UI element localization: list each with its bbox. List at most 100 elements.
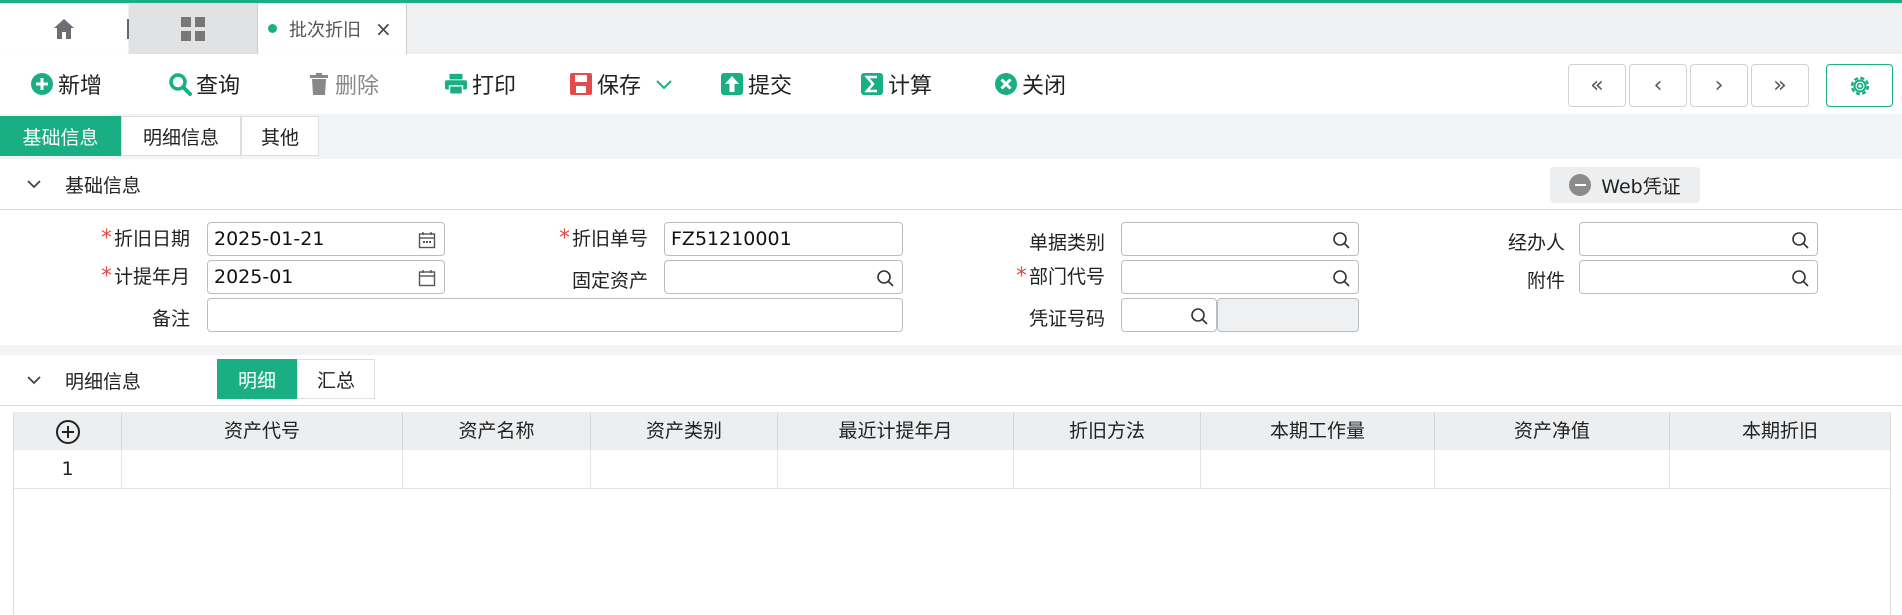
dep-date-value: 2025-01-21: [214, 228, 325, 250]
chevron-down-icon[interactable]: [26, 176, 42, 192]
calendar-icon[interactable]: [418, 231, 436, 249]
cell-last-accrual-month[interactable]: [778, 450, 1014, 488]
search-icon: [168, 72, 192, 96]
dep-no-field[interactable]: FZ51210001: [664, 222, 903, 256]
dept-code-field[interactable]: [1121, 260, 1359, 294]
voucher-no-display: [1217, 298, 1359, 332]
remark-label: 备注: [151, 308, 190, 330]
close-circle-icon: [994, 72, 1018, 96]
close-label: 关闭: [1022, 74, 1067, 99]
calendar-icon[interactable]: [418, 269, 436, 287]
col-current-dep[interactable]: 本期折旧: [1670, 412, 1890, 450]
col-last-accrual-month[interactable]: 最近计提年月: [778, 412, 1014, 450]
close-icon[interactable]: ×: [375, 17, 392, 41]
dep-no-label: * 折旧单号: [558, 226, 648, 251]
accrual-month-value: 2025-01: [214, 266, 294, 288]
close-button[interactable]: 关闭: [994, 54, 1066, 114]
chevron-down-icon[interactable]: [26, 372, 42, 388]
accrual-month-field[interactable]: 2025-01: [207, 260, 445, 294]
accrual-month-label: * 计提年月: [100, 264, 190, 289]
sigma-icon: [860, 72, 884, 96]
attachment-field[interactable]: [1579, 260, 1818, 294]
next-record-button[interactable]: ›: [1690, 64, 1748, 107]
gear-icon: [1850, 76, 1869, 95]
web-voucher-label: Web凭证: [1601, 175, 1681, 198]
fixed-asset-field[interactable]: [664, 260, 903, 294]
save-button[interactable]: 保存: [569, 54, 673, 114]
remark-field[interactable]: [207, 298, 903, 332]
dep-date-label: * 折旧日期: [100, 226, 190, 251]
chevron-down-icon[interactable]: [655, 72, 673, 97]
prev-record-button[interactable]: ‹: [1629, 64, 1687, 107]
doc-type-field[interactable]: [1121, 222, 1359, 256]
grid-header: 资产代号 资产名称 资产类别 最近计提年月 折旧方法 本期工作量 资产净值 本期…: [14, 412, 1890, 450]
cell-asset-name[interactable]: [403, 450, 591, 488]
first-record-button[interactable]: «: [1568, 64, 1626, 107]
home-icon: [54, 18, 74, 39]
plus-circle-icon: [55, 419, 80, 444]
tab-detail[interactable]: 明细: [217, 359, 297, 399]
calculate-button[interactable]: 计算: [860, 54, 932, 114]
double-chevron-right-icon: »: [1773, 73, 1787, 98]
col-asset-name[interactable]: 资产名称: [403, 412, 591, 450]
search-icon[interactable]: [1190, 307, 1208, 325]
table-row[interactable]: 1: [14, 450, 1890, 489]
submit-label: 提交: [748, 74, 793, 99]
fixed-asset-label: 固定资产: [571, 270, 648, 292]
add-button[interactable]: 新增: [30, 54, 102, 114]
save-label: 保存: [597, 74, 642, 99]
last-record-button[interactable]: »: [1751, 64, 1809, 107]
trash-icon: [307, 72, 331, 96]
cell-current-dep[interactable]: [1670, 450, 1890, 488]
plus-circle-icon: [30, 72, 54, 96]
handler-label: 经办人: [1507, 232, 1565, 254]
col-dep-method[interactable]: 折旧方法: [1014, 412, 1201, 450]
tab-strip: 批次折旧 ×: [0, 3, 1902, 54]
cell-dep-method[interactable]: [1014, 450, 1201, 488]
chevron-right-icon: ›: [1714, 73, 1724, 98]
tab-apps[interactable]: [129, 3, 257, 54]
voucher-no-label: 凭证号码: [1028, 308, 1105, 330]
web-voucher-button[interactable]: Web凭证: [1550, 167, 1700, 203]
section-gap: [0, 345, 1902, 355]
basic-info-title: 基础信息: [65, 175, 142, 197]
cell-asset-code[interactable]: [122, 450, 403, 488]
search-icon[interactable]: [1791, 269, 1809, 287]
add-label: 新增: [58, 74, 103, 99]
tab-other[interactable]: 其他: [241, 116, 319, 156]
submit-button[interactable]: 提交: [720, 54, 792, 114]
row-index: 1: [14, 450, 122, 488]
tab-basic-info[interactable]: 基础信息: [0, 116, 121, 156]
col-asset-category[interactable]: 资产类别: [591, 412, 778, 450]
search-icon[interactable]: [876, 269, 894, 287]
detail-grid: 资产代号 资产名称 资产类别 最近计提年月 折旧方法 本期工作量 资产净值 本期…: [13, 412, 1891, 615]
detail-info-title: 明细信息: [65, 371, 142, 393]
tab-batch-depreciation[interactable]: 批次折旧 ×: [257, 3, 407, 54]
search-icon[interactable]: [1791, 231, 1809, 249]
add-row-button[interactable]: [14, 412, 122, 450]
voucher-no-field[interactable]: [1121, 298, 1217, 332]
col-asset-code[interactable]: 资产代号: [122, 412, 403, 450]
handler-field[interactable]: [1579, 222, 1818, 256]
basic-info-form: * 折旧日期 2025-01-21 * 折旧单号 FZ51210001 单据类别 经…: [0, 210, 1902, 345]
grid-icon: [181, 16, 205, 41]
print-button[interactable]: 打印: [444, 54, 516, 114]
query-button[interactable]: 查询: [168, 54, 240, 114]
search-icon[interactable]: [1332, 269, 1350, 287]
settings-button[interactable]: [1826, 64, 1893, 107]
tab-summary[interactable]: 汇总: [297, 359, 375, 399]
chevron-left-icon: ‹: [1653, 73, 1663, 98]
cell-net-value[interactable]: [1435, 450, 1670, 488]
col-net-value[interactable]: 资产净值: [1435, 412, 1670, 450]
tab-detail-info[interactable]: 明细信息: [121, 116, 241, 156]
search-icon[interactable]: [1332, 231, 1350, 249]
dep-date-field[interactable]: 2025-01-21: [207, 222, 445, 256]
col-workload[interactable]: 本期工作量: [1201, 412, 1435, 450]
cell-asset-category[interactable]: [591, 450, 778, 488]
minus-circle-icon: [1569, 174, 1592, 196]
dep-no-value: FZ51210001: [671, 228, 792, 250]
basic-info-header: 基础信息 Web凭证: [0, 159, 1902, 210]
cell-workload[interactable]: [1201, 450, 1435, 488]
delete-button[interactable]: 删除: [307, 54, 379, 114]
tab-home[interactable]: [0, 3, 128, 54]
